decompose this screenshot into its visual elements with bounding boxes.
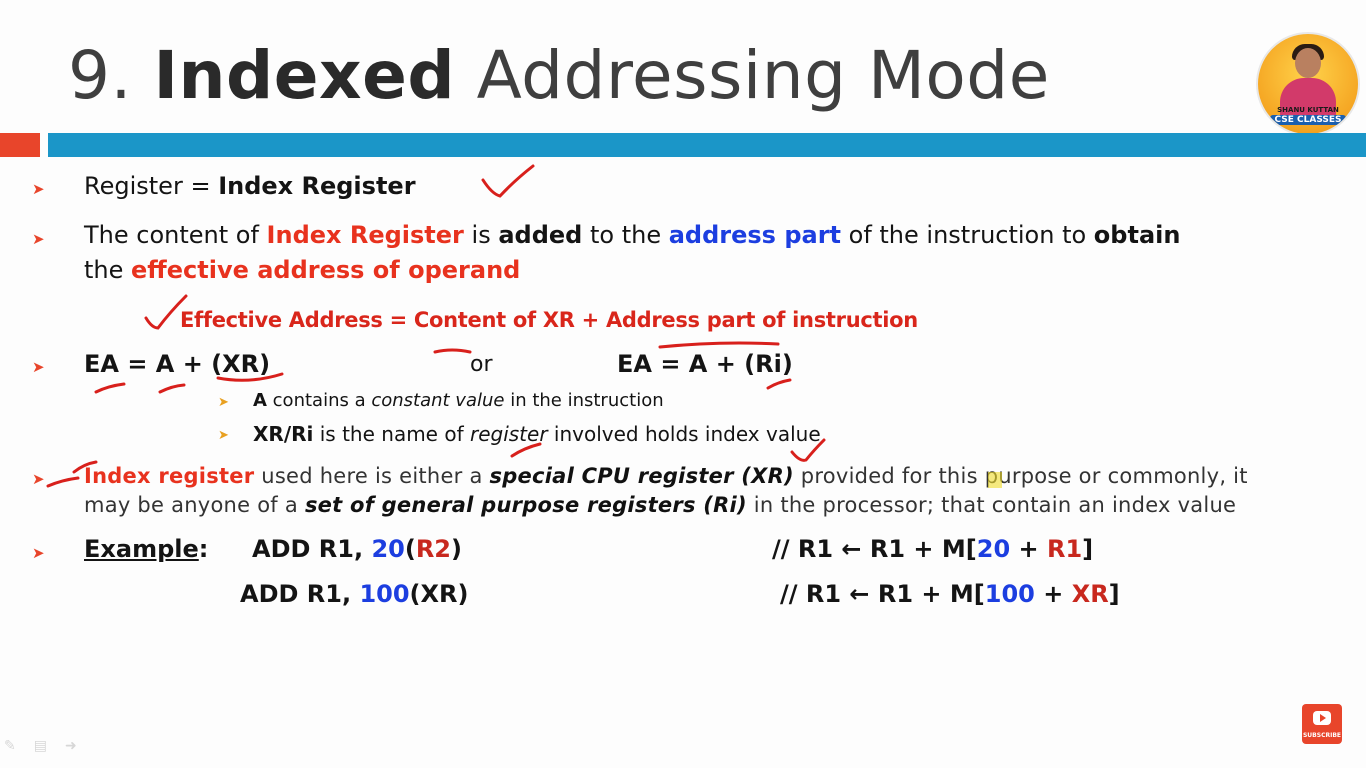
- text-span: to the: [582, 221, 669, 249]
- bullet-content-line1: The content of Index Register is added t…: [84, 221, 1180, 249]
- text-red: R2: [415, 535, 451, 563]
- header-accent-bar: [0, 133, 40, 157]
- effective-address-formula: Effective Address = Content of XR + Addr…: [180, 308, 918, 332]
- example-comment-1: // R1 ← R1 + M[20 + R1]: [772, 535, 1093, 563]
- example-label-text: Example: [84, 535, 199, 563]
- text-span: ADD R1,: [252, 535, 372, 563]
- bullet-bold-text: Index Register: [218, 172, 416, 200]
- bullet-text: Register =: [84, 172, 219, 200]
- presenter-head: [1295, 48, 1321, 78]
- checkmark-icon: [481, 164, 535, 198]
- header-divider-bar: [48, 133, 1366, 157]
- text-bold: A: [253, 390, 267, 411]
- text-italic: register: [469, 422, 548, 446]
- sub-bullet-xr: XR/Ri is the name of register involved h…: [253, 422, 821, 446]
- example-comment-2: // R1 ← R1 + M[100 + XR]: [780, 580, 1120, 608]
- text-span: used here is either a: [254, 464, 490, 488]
- text-blue: 20: [371, 535, 405, 563]
- equation-ri: EA = A + (Ri): [617, 350, 793, 378]
- underline-mark: [766, 378, 792, 390]
- text-span: in the processor; that contain an index …: [746, 493, 1237, 517]
- text-span: the: [84, 256, 132, 284]
- text-span: is the name of: [313, 422, 470, 446]
- text-span: ]: [1108, 580, 1120, 608]
- text-highlight: Index Register: [266, 221, 464, 249]
- example-instruction-1: ADD R1, 20(R2): [252, 535, 462, 563]
- text-highlight: address part: [668, 221, 841, 249]
- text-red: XR: [1071, 580, 1109, 608]
- text-span: // R1 ← R1 + M[: [780, 580, 985, 608]
- channel-logo: SHANU KUTTAN CSE CLASSES: [1256, 32, 1360, 136]
- text-span: (XR): [409, 580, 469, 608]
- index-register-line2: may be anyone of a set of general purpos…: [84, 493, 1236, 517]
- text-italic: constant value: [371, 390, 505, 411]
- text-span: ): [451, 535, 462, 563]
- text-span: in the instruction: [504, 390, 664, 411]
- arrow-bullet-icon: ➤: [32, 180, 45, 198]
- text-bold: XR/Ri: [253, 422, 314, 446]
- example-instruction-2: ADD R1, 100(XR): [240, 580, 468, 608]
- text-span: +: [1034, 580, 1072, 608]
- text-span: of the instruction to: [841, 221, 1094, 249]
- arrow-bullet-icon: ➤: [32, 470, 45, 488]
- text-blue: 20: [976, 535, 1011, 563]
- equation-or: or: [470, 352, 493, 377]
- arrow-bullet-icon: ➤: [218, 428, 229, 443]
- underline-mark: [433, 348, 472, 354]
- text-span: ADD R1,: [240, 580, 360, 608]
- overline-mark: [658, 341, 780, 349]
- text-span: // R1 ← R1 + M[: [772, 535, 977, 563]
- equation-xr: EA = A + (XR): [84, 350, 271, 378]
- subscribe-label: SUBSCRIBE: [1302, 732, 1341, 739]
- text-bold: added: [498, 221, 583, 249]
- text-highlight: Index register: [84, 464, 255, 488]
- sub-bullet-a: A contains a constant value in the instr…: [253, 390, 664, 411]
- title-number: 9.: [68, 37, 132, 114]
- text-span: provided for this purpose or commonly, i…: [793, 464, 1248, 488]
- text-highlight: effective address of operand: [131, 256, 521, 284]
- text-span: contains a: [266, 390, 372, 411]
- underline-mark: [94, 382, 126, 394]
- bullet-content-line2: the effective address of operand: [84, 256, 520, 284]
- text-span: (: [404, 535, 416, 563]
- page-title: 9. Indexed Addressing Mode: [68, 36, 1050, 116]
- arrow-bullet-icon: ➤: [32, 544, 45, 562]
- bullet-register: Register = Index Register: [84, 172, 416, 200]
- text-span: is: [463, 221, 499, 249]
- text-span: may be anyone of a: [84, 493, 305, 517]
- text-bold-italic: set of general purpose registers (Ri): [304, 493, 747, 517]
- arrow-bullet-icon: ➤: [218, 395, 229, 410]
- text-bold: obtain: [1093, 221, 1181, 249]
- text-red: R1: [1046, 535, 1083, 563]
- title-rest: Addressing Mode: [476, 37, 1050, 114]
- index-register-line1: Index register used here is either a spe…: [84, 464, 1248, 488]
- example-colon: :: [198, 535, 209, 563]
- logo-name: SHANU KUTTAN: [1277, 106, 1339, 114]
- play-icon: [1313, 711, 1331, 725]
- text-span: involved holds index value: [547, 422, 821, 446]
- logo-brand: CSE CLASSES: [1270, 115, 1346, 125]
- example-label: Example:: [84, 535, 208, 563]
- title-bold: Indexed: [153, 37, 456, 114]
- subscribe-icon[interactable]: SUBSCRIBE: [1302, 704, 1342, 744]
- text-bold-italic: special CPU register (XR): [489, 464, 794, 488]
- underline-mark: [158, 383, 186, 394]
- text-span: ]: [1082, 535, 1094, 563]
- arrow-bullet-icon: ➤: [32, 358, 45, 376]
- text-blue: 100: [359, 580, 410, 608]
- pen-tool-icon[interactable]: ✎▤➜: [4, 738, 95, 754]
- text-blue: 100: [984, 580, 1035, 608]
- arrow-bullet-icon: ➤: [32, 230, 45, 248]
- text-span: +: [1010, 535, 1047, 563]
- text-span: The content of: [84, 221, 267, 249]
